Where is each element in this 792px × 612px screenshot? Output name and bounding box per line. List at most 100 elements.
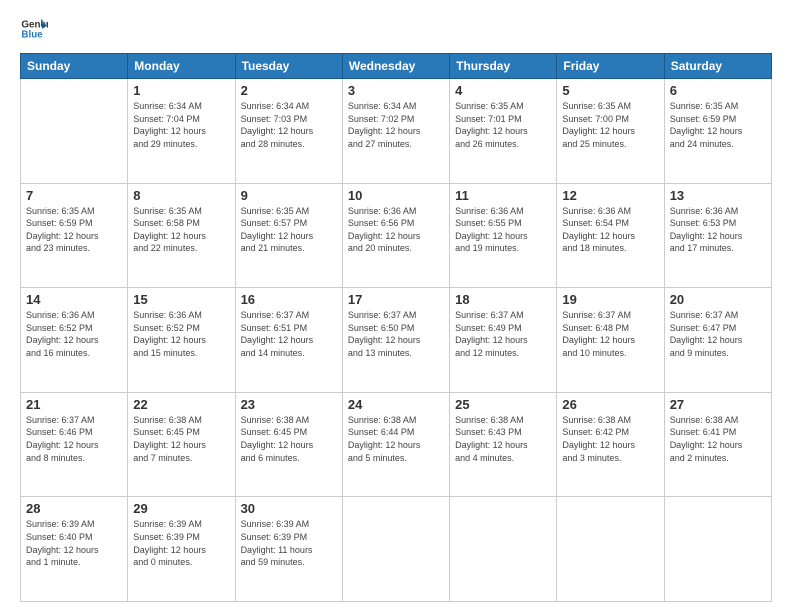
- logo-icon: General Blue: [20, 15, 48, 43]
- cal-cell: 12 Sunrise: 6:36 AM Sunset: 6:54 PM Dayli…: [557, 183, 664, 288]
- cal-cell: [664, 497, 771, 602]
- day-number: 30: [241, 501, 337, 516]
- day-number: 27: [670, 397, 766, 412]
- cell-info: Sunrise: 6:38 AM Sunset: 6:44 PM Dayligh…: [348, 414, 444, 464]
- header: General Blue: [20, 15, 772, 43]
- cal-cell: 14 Sunrise: 6:36 AM Sunset: 6:52 PM Dayli…: [21, 288, 128, 393]
- day-number: 15: [133, 292, 229, 307]
- day-number: 12: [562, 188, 658, 203]
- cell-info: Sunrise: 6:35 AM Sunset: 6:59 PM Dayligh…: [670, 100, 766, 150]
- day-number: 11: [455, 188, 551, 203]
- cal-cell: 24 Sunrise: 6:38 AM Sunset: 6:44 PM Dayli…: [342, 392, 449, 497]
- cell-info: Sunrise: 6:39 AM Sunset: 6:39 PM Dayligh…: [241, 518, 337, 568]
- cell-info: Sunrise: 6:35 AM Sunset: 6:59 PM Dayligh…: [26, 205, 122, 255]
- week-row-1: 1 Sunrise: 6:34 AM Sunset: 7:04 PM Daylig…: [21, 79, 772, 184]
- day-number: 10: [348, 188, 444, 203]
- cell-info: Sunrise: 6:35 AM Sunset: 6:58 PM Dayligh…: [133, 205, 229, 255]
- day-number: 5: [562, 83, 658, 98]
- day-number: 25: [455, 397, 551, 412]
- cell-info: Sunrise: 6:37 AM Sunset: 6:51 PM Dayligh…: [241, 309, 337, 359]
- week-row-5: 28Sunrise: 6:39 AM Sunset: 6:40 PM Dayli…: [21, 497, 772, 602]
- day-number: 20: [670, 292, 766, 307]
- week-row-4: 21Sunrise: 6:37 AM Sunset: 6:46 PM Dayli…: [21, 392, 772, 497]
- week-row-3: 14 Sunrise: 6:36 AM Sunset: 6:52 PM Dayli…: [21, 288, 772, 393]
- day-number: 4: [455, 83, 551, 98]
- cal-cell: 17Sunrise: 6:37 AM Sunset: 6:50 PM Dayli…: [342, 288, 449, 393]
- cell-info: Sunrise: 6:38 AM Sunset: 6:42 PM Dayligh…: [562, 414, 658, 464]
- col-header-friday: Friday: [557, 54, 664, 79]
- svg-text:Blue: Blue: [21, 29, 43, 40]
- logo: General Blue: [20, 15, 50, 43]
- day-number: 24: [348, 397, 444, 412]
- day-number: 2: [241, 83, 337, 98]
- day-number: 7: [26, 188, 122, 203]
- cal-cell: [21, 79, 128, 184]
- col-header-tuesday: Tuesday: [235, 54, 342, 79]
- cell-info: Sunrise: 6:39 AM Sunset: 6:40 PM Dayligh…: [26, 518, 122, 568]
- cal-cell: 28Sunrise: 6:39 AM Sunset: 6:40 PM Dayli…: [21, 497, 128, 602]
- cell-info: Sunrise: 6:36 AM Sunset: 6:54 PM Dayligh…: [562, 205, 658, 255]
- day-number: 17: [348, 292, 444, 307]
- col-header-wednesday: Wednesday: [342, 54, 449, 79]
- day-number: 9: [241, 188, 337, 203]
- cal-cell: [557, 497, 664, 602]
- cal-cell: 30 Sunrise: 6:39 AM Sunset: 6:39 PM Dayli…: [235, 497, 342, 602]
- cal-cell: 1 Sunrise: 6:34 AM Sunset: 7:04 PM Daylig…: [128, 79, 235, 184]
- cell-info: Sunrise: 6:39 AM Sunset: 6:39 PM Dayligh…: [133, 518, 229, 568]
- day-number: 14: [26, 292, 122, 307]
- cal-cell: [450, 497, 557, 602]
- day-number: 6: [670, 83, 766, 98]
- cal-cell: 6 Sunrise: 6:35 AM Sunset: 6:59 PM Daylig…: [664, 79, 771, 184]
- cell-info: Sunrise: 6:34 AM Sunset: 7:02 PM Dayligh…: [348, 100, 444, 150]
- cal-cell: 19 Sunrise: 6:37 AM Sunset: 6:48 PM Dayli…: [557, 288, 664, 393]
- cell-info: Sunrise: 6:38 AM Sunset: 6:41 PM Dayligh…: [670, 414, 766, 464]
- cell-info: Sunrise: 6:35 AM Sunset: 7:01 PM Dayligh…: [455, 100, 551, 150]
- day-number: 16: [241, 292, 337, 307]
- day-number: 21: [26, 397, 122, 412]
- day-number: 18: [455, 292, 551, 307]
- cal-cell: 22 Sunrise: 6:38 AM Sunset: 6:45 PM Dayli…: [128, 392, 235, 497]
- day-number: 23: [241, 397, 337, 412]
- week-row-2: 7 Sunrise: 6:35 AM Sunset: 6:59 PM Daylig…: [21, 183, 772, 288]
- day-number: 8: [133, 188, 229, 203]
- day-number: 3: [348, 83, 444, 98]
- cal-cell: 4 Sunrise: 6:35 AM Sunset: 7:01 PM Daylig…: [450, 79, 557, 184]
- cal-cell: 18Sunrise: 6:37 AM Sunset: 6:49 PM Dayli…: [450, 288, 557, 393]
- cell-info: Sunrise: 6:34 AM Sunset: 7:04 PM Dayligh…: [133, 100, 229, 150]
- cell-info: Sunrise: 6:36 AM Sunset: 6:55 PM Dayligh…: [455, 205, 551, 255]
- cell-info: Sunrise: 6:38 AM Sunset: 6:45 PM Dayligh…: [133, 414, 229, 464]
- col-header-saturday: Saturday: [664, 54, 771, 79]
- cal-cell: 9Sunrise: 6:35 AM Sunset: 6:57 PM Daylig…: [235, 183, 342, 288]
- cal-cell: [342, 497, 449, 602]
- col-header-monday: Monday: [128, 54, 235, 79]
- cal-cell: 25 Sunrise: 6:38 AM Sunset: 6:43 PM Dayli…: [450, 392, 557, 497]
- day-number: 1: [133, 83, 229, 98]
- cal-cell: 16 Sunrise: 6:37 AM Sunset: 6:51 PM Dayli…: [235, 288, 342, 393]
- cal-cell: 27 Sunrise: 6:38 AM Sunset: 6:41 PM Dayli…: [664, 392, 771, 497]
- col-header-sunday: Sunday: [21, 54, 128, 79]
- calendar-table: SundayMondayTuesdayWednesdayThursdayFrid…: [20, 53, 772, 602]
- cell-info: Sunrise: 6:37 AM Sunset: 6:48 PM Dayligh…: [562, 309, 658, 359]
- cal-cell: 26Sunrise: 6:38 AM Sunset: 6:42 PM Dayli…: [557, 392, 664, 497]
- cal-cell: 8 Sunrise: 6:35 AM Sunset: 6:58 PM Daylig…: [128, 183, 235, 288]
- cal-cell: 20 Sunrise: 6:37 AM Sunset: 6:47 PM Dayli…: [664, 288, 771, 393]
- cal-cell: 7 Sunrise: 6:35 AM Sunset: 6:59 PM Daylig…: [21, 183, 128, 288]
- cell-info: Sunrise: 6:36 AM Sunset: 6:53 PM Dayligh…: [670, 205, 766, 255]
- cell-info: Sunrise: 6:35 AM Sunset: 7:00 PM Dayligh…: [562, 100, 658, 150]
- day-number: 22: [133, 397, 229, 412]
- cell-info: Sunrise: 6:36 AM Sunset: 6:52 PM Dayligh…: [26, 309, 122, 359]
- cal-cell: 2 Sunrise: 6:34 AM Sunset: 7:03 PM Daylig…: [235, 79, 342, 184]
- cal-cell: 3 Sunrise: 6:34 AM Sunset: 7:02 PM Daylig…: [342, 79, 449, 184]
- cell-info: Sunrise: 6:36 AM Sunset: 6:56 PM Dayligh…: [348, 205, 444, 255]
- day-number: 19: [562, 292, 658, 307]
- cell-info: Sunrise: 6:34 AM Sunset: 7:03 PM Dayligh…: [241, 100, 337, 150]
- cal-cell: 15Sunrise: 6:36 AM Sunset: 6:52 PM Dayli…: [128, 288, 235, 393]
- cell-info: Sunrise: 6:38 AM Sunset: 6:43 PM Dayligh…: [455, 414, 551, 464]
- cal-cell: 29Sunrise: 6:39 AM Sunset: 6:39 PM Dayli…: [128, 497, 235, 602]
- cal-cell: 21Sunrise: 6:37 AM Sunset: 6:46 PM Dayli…: [21, 392, 128, 497]
- cal-cell: 23 Sunrise: 6:38 AM Sunset: 6:45 PM Dayli…: [235, 392, 342, 497]
- cell-info: Sunrise: 6:38 AM Sunset: 6:45 PM Dayligh…: [241, 414, 337, 464]
- cell-info: Sunrise: 6:37 AM Sunset: 6:47 PM Dayligh…: [670, 309, 766, 359]
- cal-cell: 13Sunrise: 6:36 AM Sunset: 6:53 PM Dayli…: [664, 183, 771, 288]
- cal-cell: 10 Sunrise: 6:36 AM Sunset: 6:56 PM Dayli…: [342, 183, 449, 288]
